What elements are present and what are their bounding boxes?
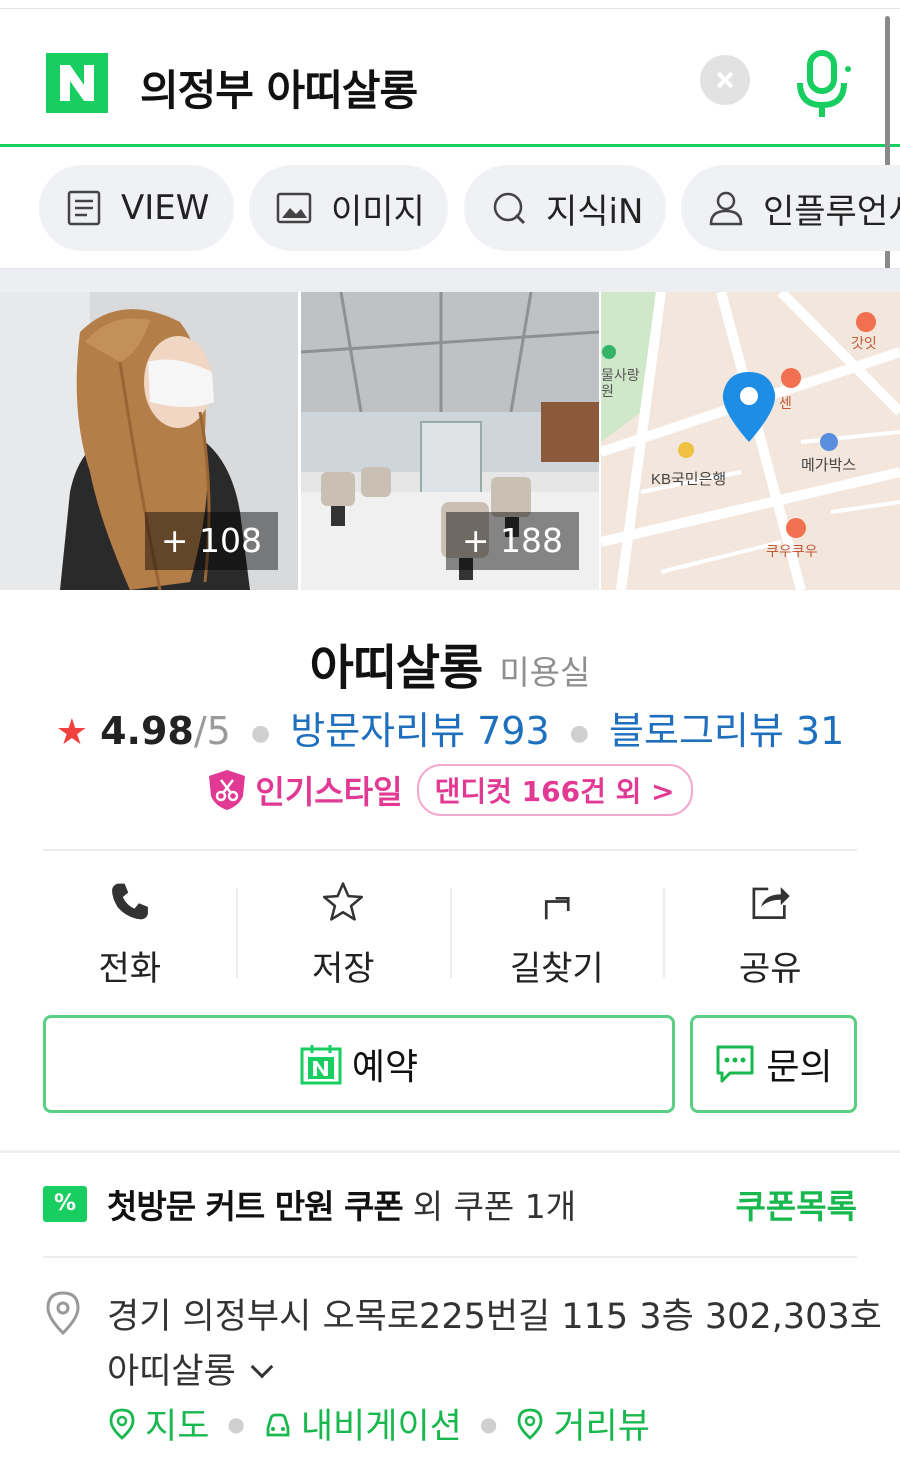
person-icon	[709, 191, 743, 226]
save-button[interactable]: 저장	[237, 870, 451, 990]
coupon-title: 첫방문 커트 만원 쿠폰	[107, 1187, 404, 1226]
rating-max: /5	[193, 709, 231, 753]
address-text: 경기 의정부시 오목로225번길 115 3층 302,303호	[107, 1297, 882, 1337]
tab-knowledge-in[interactable]: 지식iN	[464, 165, 666, 251]
search-bar: 의정부 아띠살롱	[0, 9, 900, 147]
divider	[43, 849, 857, 851]
rating-row: ★ 4.98/5 ● 방문자리뷰 793 ● 블로그리뷰 31	[0, 700, 900, 755]
rating-star-icon: ★	[55, 712, 88, 753]
address-detail[interactable]: 아띠살롱	[107, 1343, 274, 1394]
navigation-link-label: 내비게이션	[300, 1407, 462, 1447]
tabs-divider	[0, 268, 900, 292]
tab-view[interactable]: VIEW	[39, 165, 234, 251]
coupon-icon: %	[43, 1186, 87, 1222]
image-icon	[276, 192, 312, 224]
call-button[interactable]: 전화	[23, 870, 237, 990]
map-image: 물사랑 원 KB국민은행 메가박스 갓잇 센 쿠우쿠우	[601, 292, 900, 590]
popular-style-label: 인기스타일	[255, 773, 403, 811]
visitor-reviews-link[interactable]: 방문자리뷰 793	[290, 709, 549, 753]
share-icon	[752, 887, 790, 919]
tab-label: 지식iN	[546, 191, 644, 232]
map-label-food1: 갓잇	[851, 335, 877, 351]
naver-logo-icon[interactable]	[46, 53, 108, 113]
coupon-row[interactable]: % 첫방문 커트 만원 쿠폰 외 쿠폰 1개 쿠폰목록	[43, 1176, 857, 1232]
map-link[interactable]: 지도	[107, 1398, 209, 1449]
reserve-label: 예약	[351, 1047, 419, 1088]
directions-button[interactable]: 길찾기	[450, 870, 664, 990]
photo-strip: + 108 + 188 물사랑 원 KB국민은행 메가박스 갓잇 센 쿠우쿠우	[0, 292, 900, 590]
blog-reviews-link[interactable]: 블로그리뷰 31	[609, 709, 844, 753]
search-tabs: VIEW 이미지 지식iN 인플루언서	[0, 150, 900, 268]
rating-score: 4.98	[100, 709, 194, 753]
search-input[interactable]: 의정부 아띠살롱	[140, 57, 418, 118]
separator-dot: ●	[227, 1411, 245, 1436]
scissors-badge-icon	[209, 770, 246, 810]
map-label-bank: KB국민은행	[651, 471, 726, 488]
place-title: 아띠살롱 미용실	[0, 628, 900, 698]
chat-bubble-icon	[716, 1045, 754, 1083]
separator-dot: ●	[569, 721, 589, 746]
map-link-label: 지도	[145, 1407, 210, 1447]
section-divider	[0, 1150, 900, 1153]
tab-label: 인플루언서	[763, 191, 900, 232]
call-label: 전화	[98, 949, 162, 989]
address-building: 아띠살롱	[107, 1352, 236, 1392]
navigation-link[interactable]: 내비게이션	[263, 1398, 462, 1449]
map-label-cinema: 메가박스	[801, 457, 856, 474]
photo-interior[interactable]: + 188	[301, 292, 599, 590]
reserve-button[interactable]: 예약	[43, 1015, 675, 1113]
naver-calendar-icon	[300, 1045, 342, 1085]
share-button[interactable]: 공유	[664, 870, 878, 990]
popular-style-pill[interactable]: 댄디컷 166건 외 >	[416, 764, 693, 816]
car-icon	[266, 1413, 290, 1436]
clear-search-icon[interactable]	[700, 55, 750, 105]
separator-dot: ●	[250, 721, 271, 746]
tab-label: 이미지	[331, 191, 425, 232]
photo-count-badge: + 108	[144, 512, 278, 570]
location-outline-icon	[46, 1291, 80, 1336]
microphone-icon[interactable]	[790, 49, 854, 121]
street-view-pin-icon	[517, 1408, 543, 1440]
map-links: 지도 ● 내비게이션 ● 거리뷰	[107, 1398, 650, 1449]
knowledge-icon	[493, 192, 526, 225]
map-pin-icon	[109, 1408, 135, 1440]
photo-hairstyle[interactable]: + 108	[0, 292, 298, 590]
chevron-down-icon[interactable]	[250, 1355, 274, 1379]
phone-icon	[111, 883, 148, 920]
coupon-list-link[interactable]: 쿠폰목록	[736, 1180, 857, 1228]
popular-style-row: 인기스타일 댄디컷 166건 외 >	[0, 764, 900, 816]
inquiry-label: 문의	[766, 1047, 833, 1088]
street-view-link[interactable]: 거리뷰	[515, 1398, 650, 1449]
street-view-link-label: 거리뷰	[553, 1407, 650, 1447]
separator-dot: ●	[479, 1411, 498, 1436]
tab-influencer[interactable]: 인플루언서	[681, 165, 900, 251]
map-label-poi: 센	[779, 395, 792, 411]
share-label: 공유	[738, 949, 802, 989]
action-bar: 전화 저장 길찾기 공유	[23, 870, 877, 990]
divider	[43, 1256, 857, 1258]
inquiry-button[interactable]: 문의	[690, 1015, 857, 1113]
place-category: 미용실	[499, 653, 591, 692]
map-preview[interactable]: 물사랑 원 KB국민은행 메가박스 갓잇 센 쿠우쿠우	[601, 292, 900, 590]
tab-label: VIEW	[121, 188, 210, 228]
directions-label: 길찾기	[509, 949, 604, 989]
tab-images[interactable]: 이미지	[249, 165, 448, 251]
place-name: 아띠살롱	[309, 640, 484, 696]
document-icon	[67, 190, 101, 226]
photo-count-badge: + 188	[445, 512, 579, 570]
star-icon	[323, 882, 364, 921]
map-label-food2: 쿠우쿠우	[766, 543, 818, 559]
save-label: 저장	[311, 949, 375, 989]
directions-icon	[544, 896, 570, 920]
coupon-extra: 외 쿠폰 1개	[412, 1187, 577, 1226]
